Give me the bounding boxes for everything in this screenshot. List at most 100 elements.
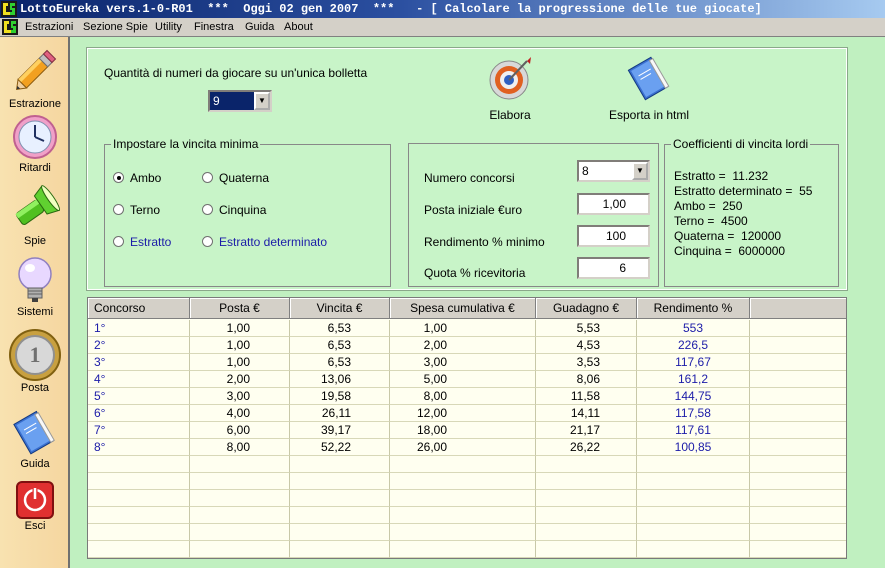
cell-spesa-cumulativa: 3,00	[390, 354, 536, 371]
qty-select[interactable]: 9 ▼	[208, 90, 272, 112]
parameters-group: Numero concorsi 8 ▼ Posta iniziale €uro …	[408, 143, 659, 287]
column-header-spesa-cumulativa[interactable]: Spesa cumulativa €	[390, 298, 536, 319]
cell-guadagno: 3,53	[536, 354, 637, 371]
empty-cell	[536, 507, 637, 524]
rendimento-label: Rendimento % minimo	[424, 235, 545, 249]
empty-cell	[536, 456, 637, 473]
empty-cell	[88, 490, 190, 507]
sidebar-item-estrazione[interactable]: Estrazione	[0, 45, 70, 110]
cell-posta: 3,00	[190, 388, 290, 405]
empty-cell	[290, 541, 390, 558]
sidebar-item-label: Ritardi	[19, 162, 51, 174]
app-logo-icon	[1, 1, 17, 17]
concorsi-select-value: 8	[582, 164, 589, 178]
posta-label: Posta iniziale €uro	[424, 203, 523, 217]
cell-spesa-cumulativa: 1,00	[390, 320, 536, 337]
empty-cell	[750, 422, 846, 439]
cell-guadagno: 4,53	[536, 337, 637, 354]
coef-estratto-determinato: Estratto determinato = 55	[674, 184, 813, 198]
esporta-html-button[interactable]: Esporta in html	[596, 55, 702, 122]
app-menu-icon[interactable]	[2, 19, 18, 35]
empty-cell	[88, 507, 190, 524]
results-table[interactable]: Concorso Posta € Vincita € Spesa cumulativa…	[87, 297, 847, 559]
cell-rendimento: 100,85	[637, 439, 750, 456]
cell-vincita: 39,17	[290, 422, 390, 439]
radio-ambo[interactable]: Ambo	[113, 171, 161, 185]
radio-label: Ambo	[130, 171, 162, 185]
sidebar-item-guida[interactable]: Guida	[0, 409, 70, 470]
column-header-vincita[interactable]: Vincita €	[290, 298, 390, 319]
sidebar-item-spie[interactable]: Spie	[0, 184, 70, 247]
cell-concorso: 6°	[88, 405, 190, 422]
sidebar-toolbar: Estrazione Ritardi Spie Sistemi 1 Posta …	[0, 37, 70, 568]
posta-input[interactable]: 1,00	[577, 193, 650, 215]
menu-utility[interactable]: Utility	[152, 20, 185, 35]
cell-rendimento: 161,2	[637, 371, 750, 388]
sidebar-item-label: Estrazione	[9, 98, 61, 110]
column-header-rendimento[interactable]: Rendimento %	[637, 298, 750, 319]
sidebar-item-ritardi[interactable]: Ritardi	[0, 113, 70, 174]
sidebar-item-esci[interactable]: Esci	[0, 481, 70, 532]
window-title: LottoEureka vers.1-0-R01 *** Oggi 02 gen…	[20, 2, 762, 16]
chevron-down-icon[interactable]: ▼	[632, 162, 648, 180]
empty-cell	[750, 371, 846, 388]
cell-posta: 6,00	[190, 422, 290, 439]
empty-cell	[190, 456, 290, 473]
menu-sezione-spie[interactable]: Sezione Spie	[80, 20, 151, 35]
radio-cinquina[interactable]: Cinquina	[202, 203, 266, 217]
sidebar-item-label: Esci	[24, 520, 46, 532]
empty-cell	[290, 490, 390, 507]
svg-text:1: 1	[30, 342, 41, 367]
empty-cell	[536, 490, 637, 507]
empty-cell	[637, 456, 750, 473]
empty-cell	[88, 541, 190, 558]
empty-cell	[390, 507, 536, 524]
empty-cell	[290, 473, 390, 490]
empty-cell	[390, 490, 536, 507]
sidebar-item-label: Guida	[20, 458, 50, 470]
sidebar-item-posta[interactable]: 1 Posta	[0, 329, 70, 394]
column-header-filler	[750, 298, 846, 319]
cell-spesa-cumulativa: 8,00	[390, 388, 536, 405]
column-header-posta[interactable]: Posta €	[190, 298, 290, 319]
empty-cell	[750, 388, 846, 405]
radio-quaterna[interactable]: Quaterna	[202, 171, 269, 185]
coef-quaterna: Quaterna = 120000	[674, 229, 782, 243]
menu-about[interactable]: About	[281, 20, 316, 35]
cell-rendimento: 117,67	[637, 354, 750, 371]
chevron-down-icon[interactable]: ▼	[254, 92, 270, 110]
menu-estrazioni[interactable]: Estrazioni	[22, 20, 76, 35]
vincita-minima-group: Impostare la vincita minima Ambo Quatern…	[104, 137, 391, 287]
quota-input[interactable]: 6	[577, 257, 650, 279]
rendimento-input[interactable]: 100	[577, 225, 650, 247]
cell-concorso: 2°	[88, 337, 190, 354]
column-header-concorso[interactable]: Concorso	[88, 298, 190, 319]
empty-cell	[190, 507, 290, 524]
empty-cell	[750, 507, 846, 524]
concorsi-select[interactable]: 8 ▼	[577, 160, 650, 182]
empty-cell	[536, 524, 637, 541]
concorsi-label: Numero concorsi	[424, 171, 515, 185]
elabora-button[interactable]: Elabora	[480, 55, 540, 122]
empty-cell	[88, 524, 190, 541]
menu-finestra[interactable]: Finestra	[191, 20, 237, 35]
cell-rendimento: 117,58	[637, 405, 750, 422]
cell-vincita: 13,06	[290, 371, 390, 388]
radio-estratto[interactable]: Estratto	[113, 235, 171, 249]
empty-cell	[750, 337, 846, 354]
cell-rendimento: 117,61	[637, 422, 750, 439]
lightbulb-icon	[18, 257, 52, 302]
window-background	[850, 297, 885, 568]
cell-spesa-cumulativa: 26,00	[390, 439, 536, 456]
column-header-guadagno[interactable]: Guadagno €	[536, 298, 637, 319]
sidebar-item-sistemi[interactable]: Sistemi	[0, 255, 70, 318]
radio-terno[interactable]: Terno	[113, 203, 160, 217]
cell-posta: 1,00	[190, 320, 290, 337]
menu-guida[interactable]: Guida	[242, 20, 277, 35]
empty-cell	[190, 473, 290, 490]
empty-cell	[750, 320, 846, 337]
empty-cell	[637, 524, 750, 541]
cell-guadagno: 5,53	[536, 320, 637, 337]
radio-estratto-determinato[interactable]: Estratto determinato	[202, 235, 327, 249]
cell-rendimento: 144,75	[637, 388, 750, 405]
